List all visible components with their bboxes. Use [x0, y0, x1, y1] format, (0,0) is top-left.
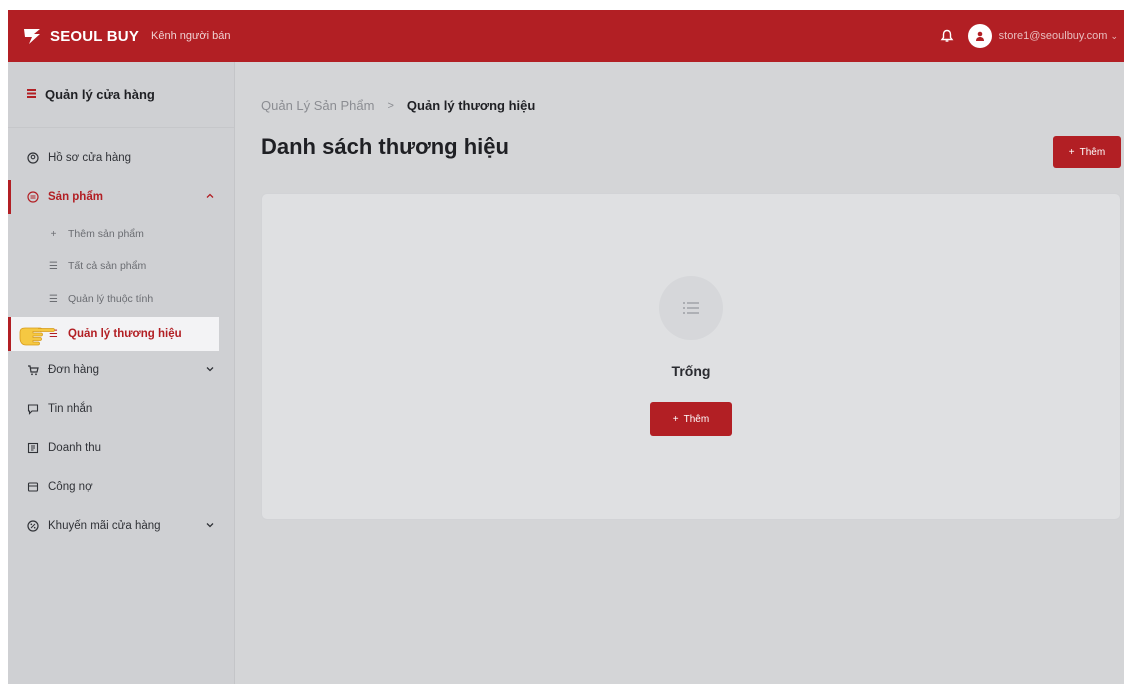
sidebar-item-debt[interactable]: Công nợ: [8, 470, 235, 504]
empty-add-button[interactable]: + Thêm: [650, 402, 732, 436]
top-right-area: store1@seoulbuy.com ⌄: [936, 24, 1118, 48]
message-icon: [26, 403, 39, 416]
user-avatar[interactable]: [967, 24, 992, 48]
plus-icon: +: [50, 228, 57, 240]
empty-list-icon: [659, 276, 723, 340]
chevron-up-icon[interactable]: [205, 191, 215, 201]
seoulbuy-logo-icon: [20, 24, 44, 48]
chevron-down-icon[interactable]: ⌄: [1110, 31, 1118, 42]
sidebar-item-label: Đơn hàng: [48, 364, 100, 376]
sidebar-item-label: Sản phẩm: [48, 191, 103, 203]
plus-icon: +: [672, 413, 679, 425]
store-icon: [26, 86, 37, 104]
sidebar-subitem-label: Quản lý thương hiệu: [68, 328, 182, 340]
empty-state-text: Trống: [671, 363, 711, 379]
main-content: Quản Lý Sản Phẩm > Quản lý thương hiệu D…: [236, 62, 1124, 684]
debt-icon: [26, 481, 39, 494]
sidebar-subitem-label: Tất cả sản phẩm: [68, 260, 147, 272]
bell-icon[interactable]: [936, 25, 958, 47]
sidebar-item-label: Hồ sơ cửa hàng: [48, 152, 132, 164]
sidebar-item-orders[interactable]: Đơn hàng: [8, 353, 235, 387]
brand-subtitle: Kênh người bán: [151, 30, 231, 42]
sidebar-subitem-attributes[interactable]: ☰ Quản lý thuộc tính: [8, 283, 235, 315]
sidebar-item-store-profile[interactable]: Hồ sơ cửa hàng: [8, 141, 235, 175]
sidebar-item-label: Khuyến mãi cửa hàng: [48, 520, 161, 532]
sidebar-item-label: Công nợ: [48, 481, 93, 493]
cart-icon: [26, 364, 39, 377]
add-brand-button[interactable]: + Thêm: [1053, 136, 1121, 168]
plus-icon: +: [1068, 146, 1075, 158]
sidebar-header-label: Quản lý cửa hàng: [45, 87, 155, 102]
breadcrumb-current: Quản lý thương hiệu: [406, 98, 536, 113]
sidebar: Quản lý cửa hàng Hồ sơ cửa hàng Sản phẩm…: [8, 62, 235, 684]
sidebar-subitem-all-products[interactable]: ☰ Tất cả sản phẩm: [8, 250, 235, 282]
sidebar-item-label: Tin nhắn: [48, 403, 93, 415]
app-frame: SEOUL BUY Kênh người bán store1@seoulbuy…: [8, 10, 1124, 684]
list-icon: ☰: [49, 260, 58, 272]
chevron-down-icon[interactable]: [205, 364, 215, 374]
add-button-label: Thêm: [1079, 146, 1106, 158]
sidebar-item-promotions[interactable]: Khuyến mãi cửa hàng: [8, 509, 235, 543]
page-title: Danh sách thương hiệu: [261, 134, 509, 159]
product-box-icon: [26, 191, 39, 204]
sidebar-subitem-label: Thêm sản phẩm: [68, 228, 144, 240]
breadcrumb-parent[interactable]: Quản Lý Sản Phẩm: [261, 98, 374, 113]
sidebar-subitem-brands[interactable]: ☰ Quản lý thương hiệu: [8, 317, 219, 351]
user-email[interactable]: store1@seoulbuy.com: [999, 30, 1108, 42]
sidebar-item-products[interactable]: Sản phẩm: [8, 180, 235, 214]
brand-list-card: Trống + Thêm: [261, 193, 1121, 520]
revenue-icon: [26, 442, 39, 455]
sidebar-subitem-label: Quản lý thuộc tính: [68, 293, 154, 305]
pointing-hand-icon: [18, 319, 56, 349]
sidebar-item-revenue[interactable]: Doanh thu: [8, 431, 235, 465]
brand-name: SEOUL BUY: [50, 27, 140, 45]
sidebar-item-label: Doanh thu: [48, 442, 102, 454]
sidebar-subitem-add-product[interactable]: + Thêm sản phẩm: [8, 218, 235, 250]
breadcrumb: Quản Lý Sản Phẩm > Quản lý thương hiệu: [261, 98, 535, 113]
list-icon: ☰: [49, 293, 58, 305]
profile-icon: [26, 152, 39, 165]
top-bar: SEOUL BUY Kênh người bán store1@seoulbuy…: [8, 10, 1124, 62]
chevron-down-icon[interactable]: [205, 520, 215, 530]
sidebar-header: Quản lý cửa hàng: [8, 62, 234, 128]
sidebar-item-messages[interactable]: Tin nhắn: [8, 392, 235, 426]
promotion-icon: [26, 520, 39, 533]
empty-add-button-label: Thêm: [683, 413, 710, 425]
breadcrumb-separator: >: [387, 99, 394, 112]
logo[interactable]: SEOUL BUY Kênh người bán: [20, 24, 230, 48]
